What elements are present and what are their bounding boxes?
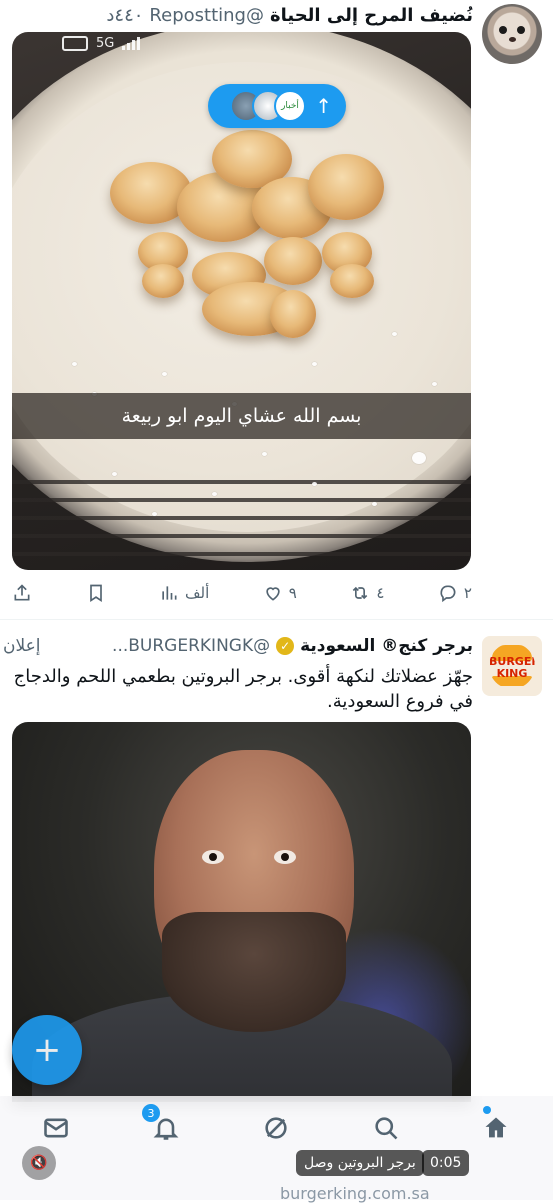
grok-icon	[265, 1117, 287, 1139]
link-domain[interactable]: burgerking.com.sa	[280, 1184, 430, 1203]
muted-speaker-icon: 🔇	[30, 1155, 48, 1171]
search-icon	[375, 1117, 398, 1140]
battery-icon	[62, 36, 88, 51]
signal-icon	[122, 37, 141, 50]
video-time-text: 0:05	[430, 1155, 462, 1171]
share-button[interactable]	[12, 583, 32, 603]
like-button[interactable]: ٩	[263, 583, 297, 603]
mute-button[interactable]: 🔇	[22, 1146, 56, 1180]
video-caption-text: برجر البروتين وصل	[304, 1155, 416, 1171]
reply-button[interactable]: ٢	[438, 583, 472, 603]
video-caption: برجر البروتين وصل	[296, 1150, 424, 1176]
new-posts-pill[interactable]: أخبار ↑	[208, 84, 346, 128]
messages-icon	[44, 1118, 68, 1138]
divider	[0, 619, 553, 620]
reply-count: ٢	[463, 584, 472, 602]
repost-button[interactable]: ٤	[350, 583, 384, 603]
display-name[interactable]: برجر كنج® السعودية	[300, 636, 473, 656]
like-count: ٩	[288, 584, 297, 602]
tweet-text: جهّز عضلاتك لنكهة أقوى. برجر البروتين بط…	[13, 666, 473, 712]
views-icon	[162, 586, 177, 600]
handle[interactable]: @Repostting	[149, 5, 264, 26]
tweet-header: نُضيف المرح إلى الحياة @Repostting ٤٤٠د	[13, 0, 473, 30]
avatar[interactable]: BURGER KING	[482, 636, 542, 696]
video-controls: 🔇 برجر البروتين وصل 0:05	[12, 1142, 471, 1182]
verified-badge-icon: ✓	[276, 637, 295, 655]
notification-badge: 3	[142, 1104, 160, 1122]
avatar: أخبار	[274, 90, 306, 122]
handle[interactable]: @BURGERKINGK...	[112, 636, 270, 656]
display-name[interactable]: نُضيف المرح إلى الحياة	[270, 5, 473, 26]
views-button[interactable]: ألف	[159, 583, 209, 603]
timestamp[interactable]: ٤٤٠د	[106, 5, 143, 26]
nav-home[interactable]	[476, 1108, 516, 1148]
arrow-up-icon: ↑	[315, 94, 332, 118]
avatar[interactable]	[482, 4, 542, 64]
logo-text: BURGER	[489, 655, 535, 668]
video-time: 0:05	[422, 1150, 470, 1176]
network-label: 5G	[96, 36, 115, 51]
heart-icon	[266, 587, 280, 601]
logo-text: KING	[496, 667, 528, 680]
reply-icon	[440, 585, 456, 603]
compose-button[interactable]: +	[12, 1015, 82, 1085]
unread-dot	[483, 1106, 491, 1114]
plus-icon: +	[32, 1030, 62, 1070]
share-icon	[14, 584, 30, 601]
tweet-header: برجر كنج® السعودية ✓ @BURGERKINGK... إعل…	[3, 632, 473, 660]
repost-icon	[353, 586, 368, 600]
image-caption: بسم الله عشاي اليوم ابو ربيعة	[12, 393, 471, 439]
views-count: ألف	[185, 584, 210, 602]
pill-account-text: أخبار	[281, 101, 299, 111]
bookmark-icon	[89, 584, 102, 603]
burger-king-logo: BURGER KING	[489, 643, 535, 689]
bookmark-button[interactable]	[86, 583, 106, 603]
tweet-actions: ألف ٩ ٤ ٢	[12, 578, 472, 608]
status-bar: 5G	[62, 36, 141, 51]
ad-label: إعلان	[3, 636, 41, 656]
repost-count: ٤	[376, 584, 385, 602]
home-icon	[485, 1117, 507, 1138]
